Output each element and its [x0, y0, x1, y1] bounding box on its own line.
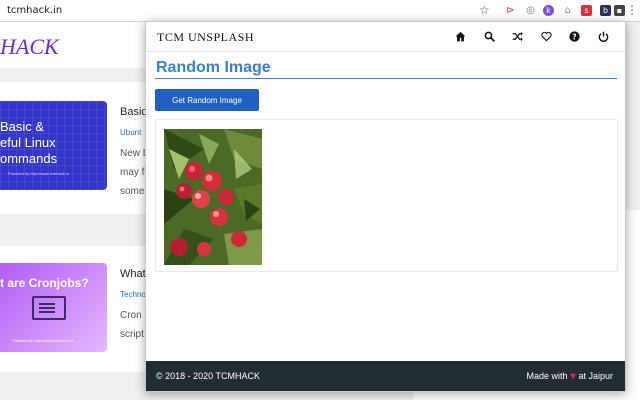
image-card	[155, 119, 618, 272]
star-icon[interactable]: ☆	[479, 3, 490, 17]
popup-navbar: TCM UNSPLASH ?	[146, 22, 625, 52]
post-category[interactable]: Techno	[120, 290, 146, 299]
browser-toolbar: tcmhack.in ☆ ⊳ ◎ k ⌂ s b ▪ ⋮	[0, 0, 640, 22]
heart-icon[interactable]	[539, 29, 553, 43]
ext-b-icon[interactable]: b	[600, 5, 611, 16]
shuffle-icon[interactable]	[510, 29, 524, 43]
post-thumbnail[interactable]: t are Cronjobs? Powered by http://www.tc…	[0, 263, 107, 352]
svg-text:?: ?	[572, 32, 576, 41]
ext-gift-icon[interactable]: ⌂	[562, 5, 573, 16]
post-title[interactable]: What	[120, 268, 146, 280]
thumbnail-text: t are Cronjobs?	[0, 276, 89, 290]
made-with-prefix: Made with	[526, 371, 568, 381]
home-icon[interactable]	[453, 29, 467, 43]
popup-footer: © 2018 - 2020 TCMHACK Made with ♥ at Jai…	[146, 361, 625, 391]
page-title: Random Image	[156, 59, 271, 76]
made-with-suffix: at Jaipur	[578, 371, 613, 381]
ext-cast-icon[interactable]: ⊳	[505, 5, 516, 16]
address-bar[interactable]: tcmhack.in	[7, 5, 62, 16]
site-logo[interactable]: HACK	[0, 34, 59, 60]
extension-popup: TCM UNSPLASH ? Random Image Get Random I…	[145, 21, 626, 392]
post-title[interactable]: Basic	[120, 106, 147, 118]
post-thumbnail[interactable]: Basic & eful Linux ommands Powered by ht…	[0, 101, 107, 190]
ext-globe-icon[interactable]: ◎	[525, 5, 536, 16]
popup-brand[interactable]: TCM UNSPLASH	[157, 30, 254, 45]
get-random-image-button[interactable]: Get Random Image	[155, 89, 259, 111]
power-icon[interactable]	[596, 29, 610, 43]
menu-icon[interactable]: ⋮	[626, 3, 638, 17]
title-divider	[155, 78, 617, 79]
post-excerpt: Cron script	[120, 310, 144, 340]
post-category[interactable]: Ubunt	[120, 128, 141, 137]
ext-k-icon[interactable]: k	[543, 5, 554, 16]
ext-s-icon[interactable]: s	[581, 5, 592, 16]
made-with-text: Made with ♥ at Jaipur	[526, 371, 613, 382]
help-icon[interactable]: ?	[567, 29, 581, 43]
copyright-text: © 2018 - 2020 TCMHACK	[156, 371, 261, 381]
thumbnail-credit: Powered by http://www.tcmhack.in	[12, 338, 73, 343]
heart-icon: ♥	[570, 371, 576, 382]
ext-tcm-icon[interactable]: ▪	[614, 5, 625, 16]
random-image[interactable]	[164, 129, 262, 265]
monitor-icon	[32, 296, 66, 320]
thumbnail-text: Basic & eful Linux ommands	[0, 119, 58, 166]
thumbnail-credit: Powered by http://www.tcmhack.in	[8, 171, 69, 176]
search-icon[interactable]	[482, 29, 496, 43]
